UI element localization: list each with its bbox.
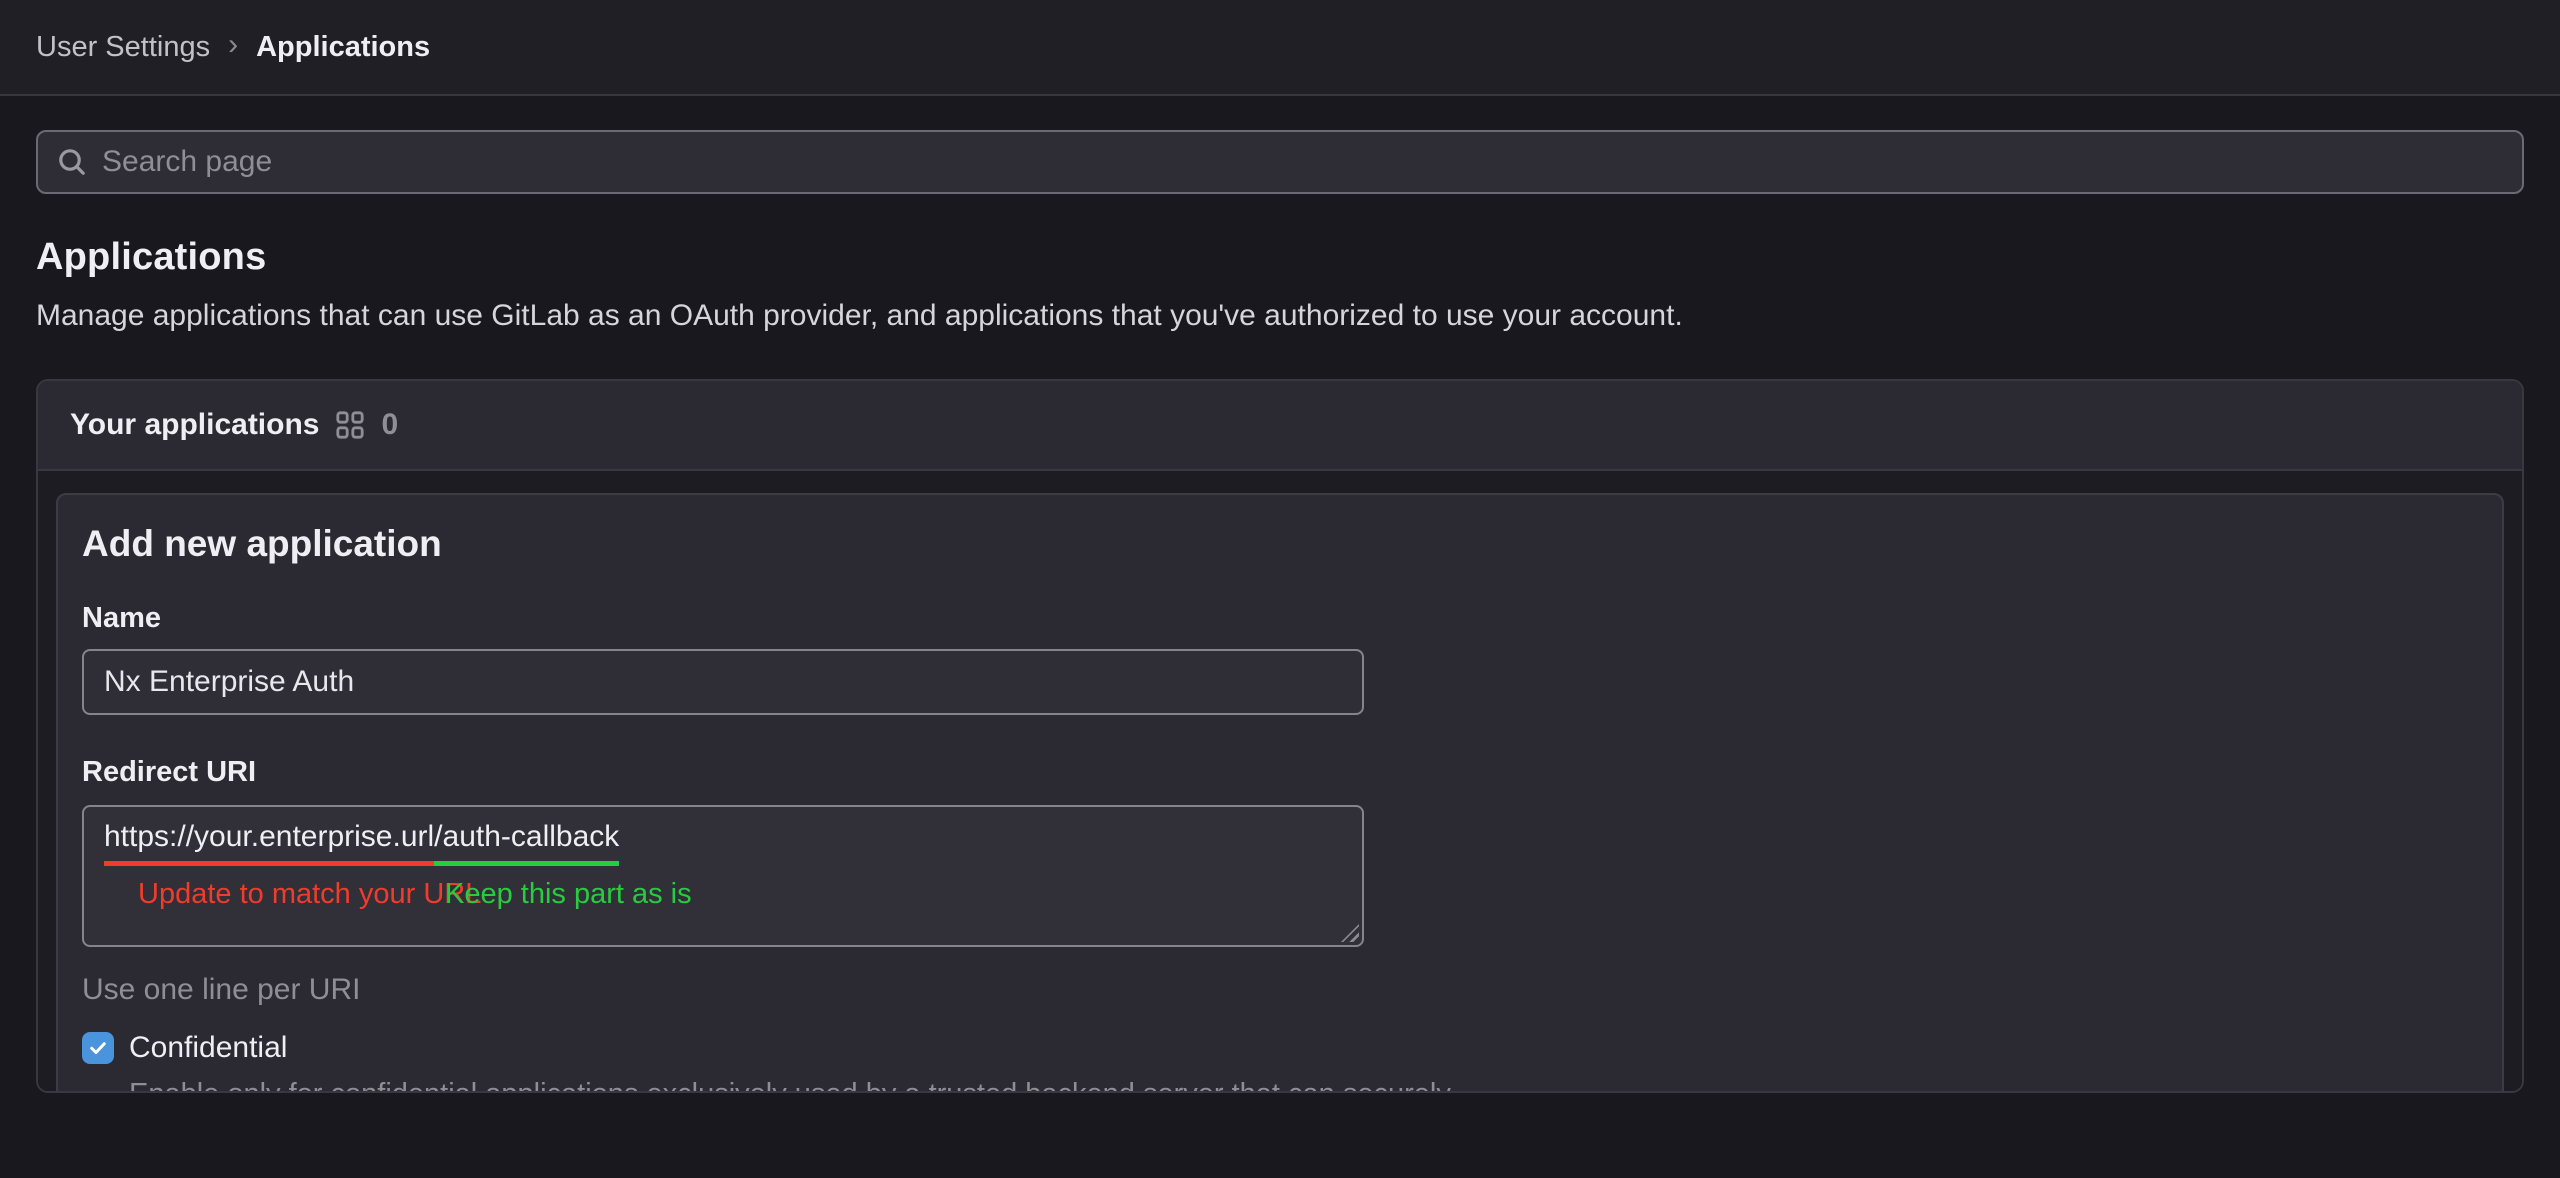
breadcrumb-user-settings[interactable]: User Settings bbox=[36, 31, 210, 64]
search-icon bbox=[56, 146, 88, 178]
breadcrumb-applications: Applications bbox=[256, 31, 430, 64]
your-applications-body: Add new application Name Redirect URI ht… bbox=[38, 471, 2522, 1091]
search-input[interactable] bbox=[102, 145, 2504, 179]
add-application-title: Add new application bbox=[82, 523, 2478, 565]
page-description: Manage applications that can use GitLab … bbox=[36, 299, 2524, 333]
top-bar: User Settings › Applications bbox=[0, 0, 2560, 96]
annotation-update-url: Update to match your URL bbox=[138, 878, 481, 911]
textarea-resize-handle[interactable] bbox=[1341, 924, 1359, 942]
search-bar[interactable] bbox=[36, 130, 2524, 194]
confidential-row: Confidential bbox=[82, 1031, 2478, 1065]
confidential-checkbox[interactable] bbox=[82, 1032, 114, 1064]
breadcrumb: User Settings › Applications bbox=[36, 31, 430, 64]
uri-annotations: Update to match your URL Keep this part … bbox=[104, 878, 1342, 918]
add-application-card: Add new application Name Redirect URI ht… bbox=[56, 493, 2504, 1093]
redirect-uri-help: Use one line per URI bbox=[82, 973, 2478, 1007]
your-applications-section: Your applications 0 Add new application … bbox=[36, 379, 2524, 1093]
redirect-uri-label: Redirect URI bbox=[82, 755, 2478, 789]
your-applications-title: Your applications bbox=[70, 408, 319, 442]
name-label: Name bbox=[82, 601, 2478, 635]
applications-count-badge: 0 bbox=[381, 408, 398, 442]
applications-grid-icon bbox=[335, 410, 365, 440]
confidential-label: Confidential bbox=[129, 1031, 287, 1065]
page-title: Applications bbox=[36, 236, 2524, 279]
application-name-input[interactable] bbox=[82, 649, 1364, 715]
your-applications-header: Your applications 0 bbox=[38, 381, 2522, 471]
redirect-uri-textarea[interactable]: https://your.enterprise.url/auth-callbac… bbox=[82, 805, 1364, 947]
uri-callback-part: /auth-callback bbox=[434, 819, 619, 866]
annotation-keep-part: Keep this part as is bbox=[445, 878, 692, 911]
checkmark-icon bbox=[88, 1038, 108, 1058]
confidential-help: Enable only for confidential application… bbox=[129, 1075, 1489, 1093]
main-content: Applications Manage applications that ca… bbox=[0, 96, 2560, 1093]
chevron-right-icon: › bbox=[228, 30, 238, 60]
redirect-uri-value: https://your.enterprise.url/auth-callbac… bbox=[104, 819, 1342, 866]
uri-host-part: https://your.enterprise.url bbox=[104, 819, 434, 866]
